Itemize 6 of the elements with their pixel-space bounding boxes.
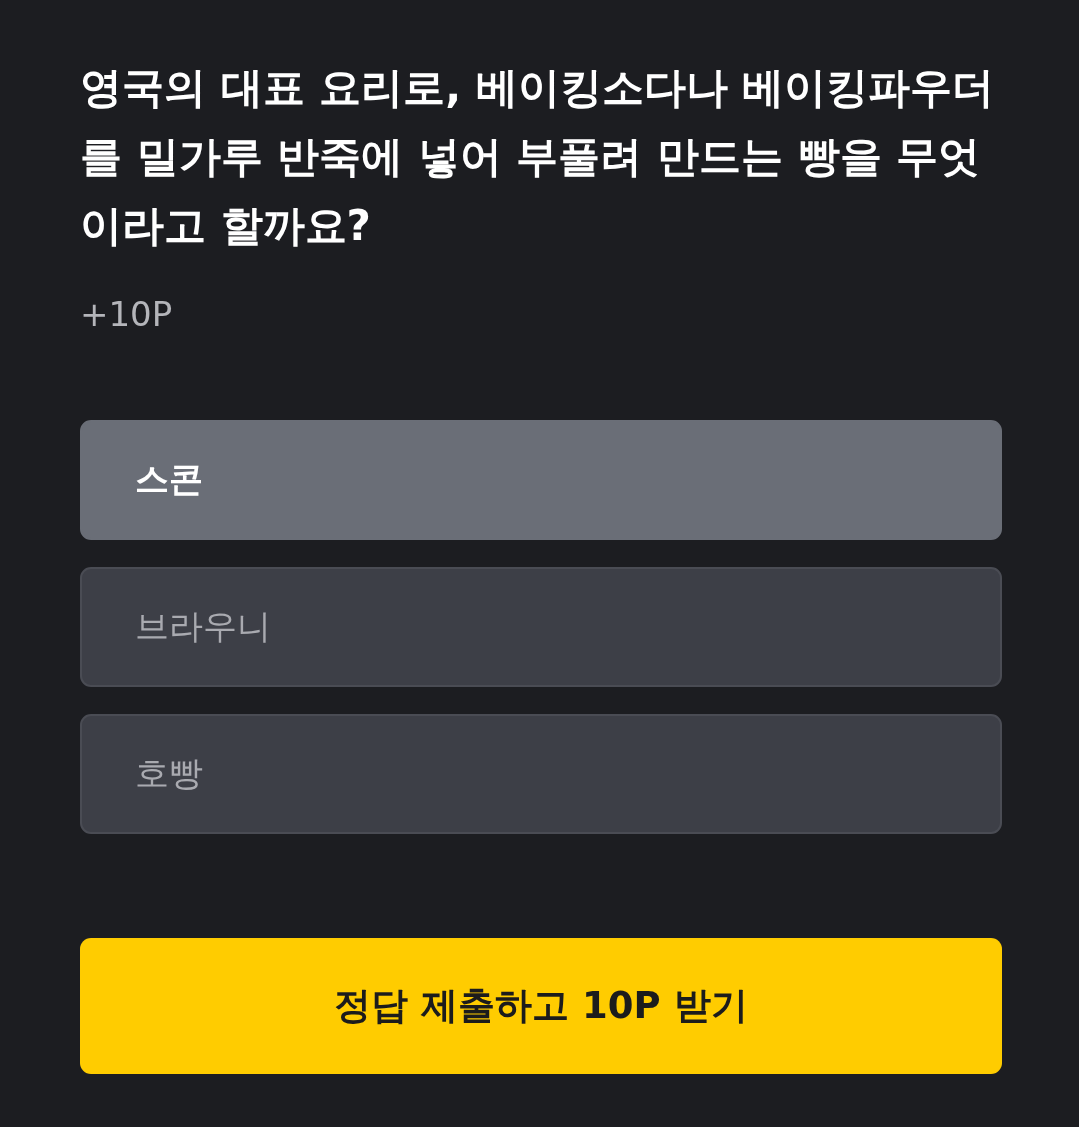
answer-option[interactable]: 호빵	[80, 714, 1002, 834]
answer-option[interactable]: 스콘	[80, 420, 1002, 540]
quiz-question: 영국의 대표 요리로, 베이킹소다나 베이킹파우더를 밀가루 반죽에 넣어 부풀려 만드는 빵을 무엇이라고 할까요?	[80, 62, 996, 252]
submit-button[interactable]: 정답 제출하고 10P 받기	[80, 938, 1002, 1074]
answer-option[interactable]: 브라우니	[80, 567, 1002, 687]
reward-points: +10P	[80, 293, 173, 336]
